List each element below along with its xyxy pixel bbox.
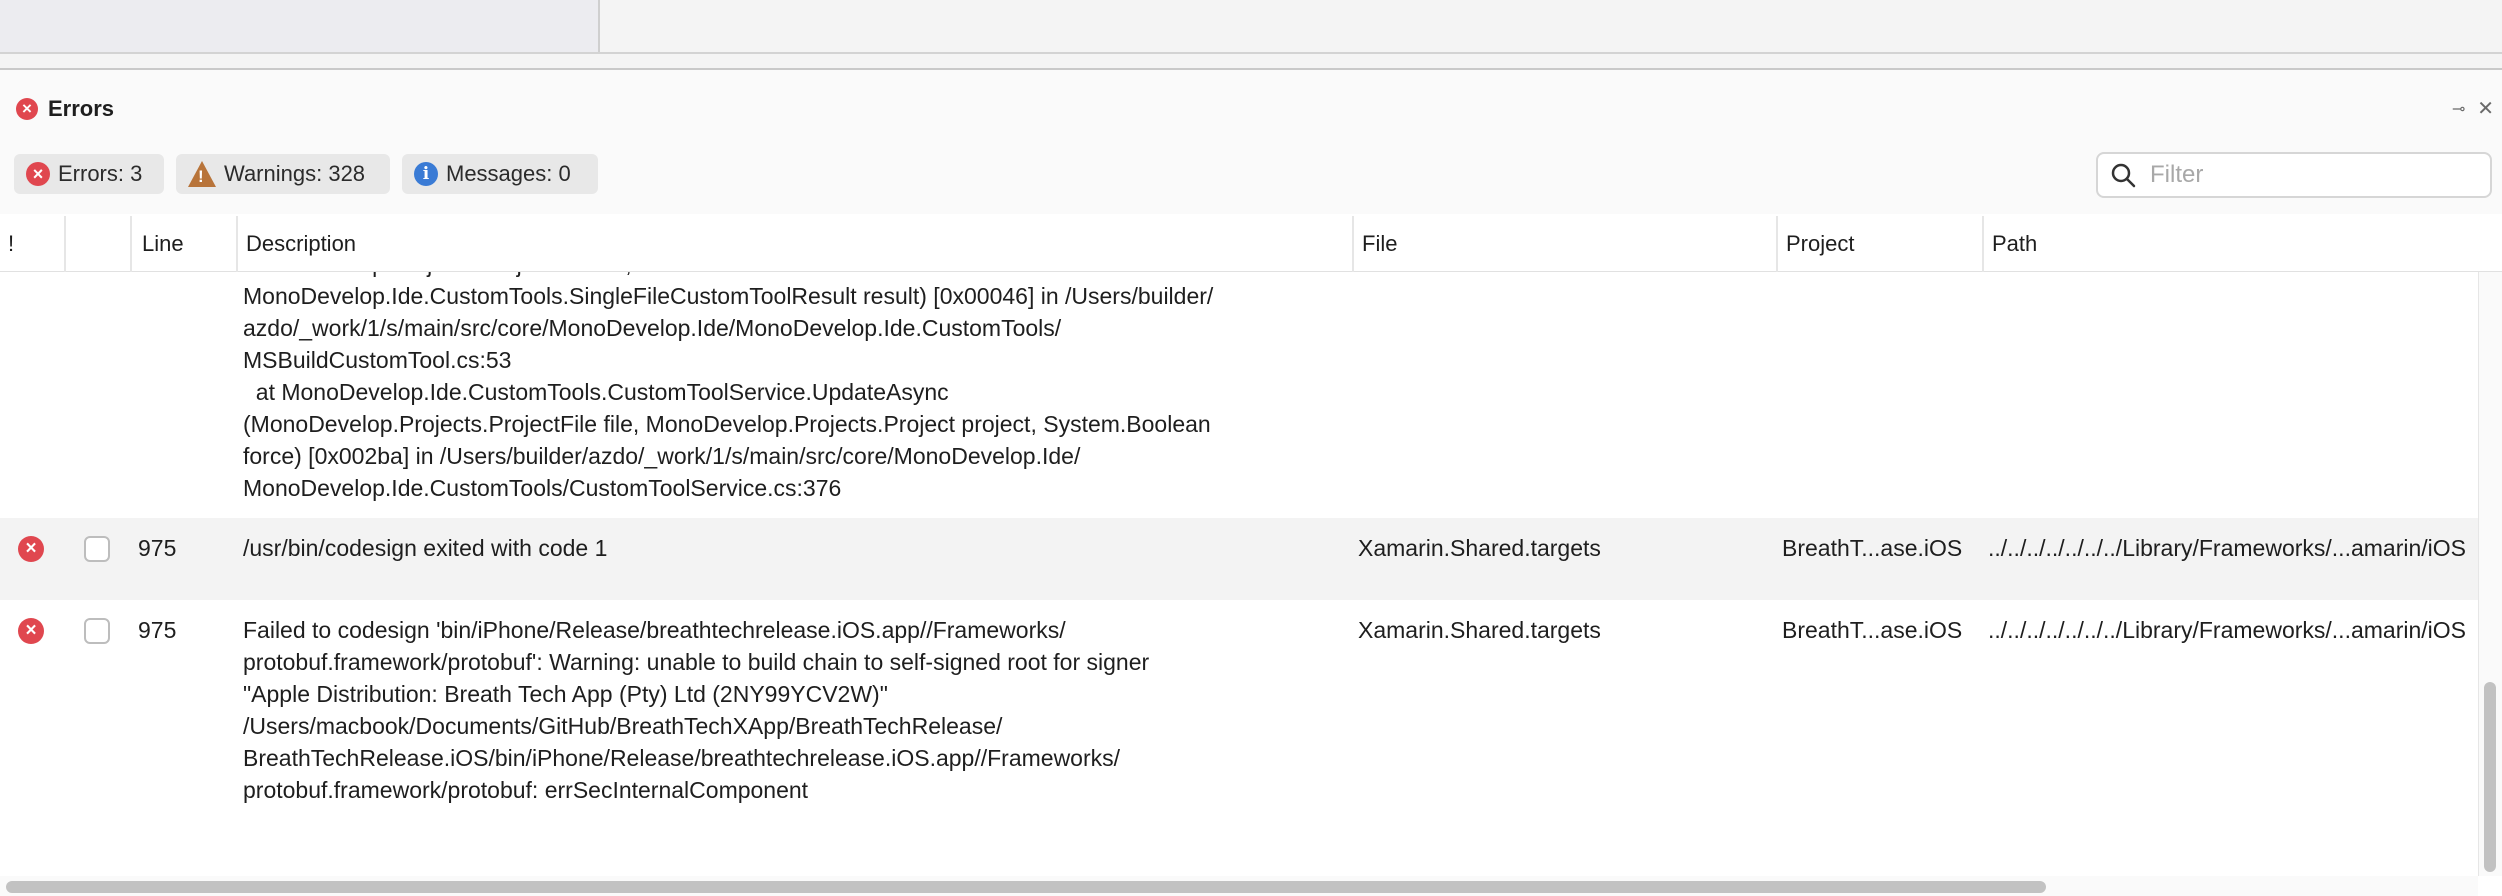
row-description: Failed to codesign 'bin/iPhone/Release/b…	[243, 617, 1150, 803]
error-icon: ×	[26, 162, 50, 186]
pin-icon[interactable]: ⊸	[2452, 99, 2465, 119]
warning-icon	[188, 161, 216, 187]
error-list: MonoDevelop.Projects.ProjectFile file, M…	[0, 272, 2478, 876]
column-header-row: ! Line Description File Project Path	[0, 216, 2502, 272]
row-line: 975	[138, 535, 177, 561]
search-icon	[2111, 163, 2136, 188]
messages-count-label: Messages: 0	[446, 161, 571, 186]
row-path: ../../../../../../../Library/Frameworks/…	[1988, 617, 2466, 643]
column-header-severity[interactable]: !	[0, 216, 64, 272]
pad-title-label: Errors	[48, 96, 115, 121]
editor-divider	[0, 52, 2502, 54]
row-checkbox[interactable]	[84, 536, 110, 562]
error-icon: ×	[18, 536, 44, 562]
table-row[interactable]: × 975 /usr/bin/codesign exited with code…	[0, 518, 2478, 600]
errors-count-label: Errors: 3	[58, 161, 143, 186]
column-header-description[interactable]: Description	[236, 216, 1352, 272]
errors-pad-header	[0, 70, 2502, 146]
row-file: Xamarin.Shared.targets	[1358, 617, 1601, 643]
row-description: MonoDevelop.Projects.ProjectFile file, M…	[243, 272, 1214, 501]
column-header-checked[interactable]	[64, 216, 130, 272]
warnings-count-label: Warnings: 328	[224, 161, 366, 186]
row-description: /usr/bin/codesign exited with code 1	[243, 535, 608, 561]
messages-filter-button[interactable]: i Messages: 0	[402, 154, 598, 194]
row-line: 975	[138, 617, 177, 643]
warnings-filter-button[interactable]: Warnings: 328	[176, 154, 390, 194]
pad-controls: ⊸ ✕	[2452, 96, 2494, 121]
horizontal-scrollbar-thumb[interactable]	[6, 881, 2046, 893]
row-project: BreathT...ase.iOS	[1782, 535, 1963, 561]
table-row[interactable]: × 975 Failed to codesign 'bin/iPhone/Rel…	[0, 600, 2478, 860]
column-header-line[interactable]: Line	[130, 216, 236, 272]
column-header-path[interactable]: Path	[1982, 216, 2478, 272]
editor-tab-area[interactable]	[0, 0, 600, 52]
error-icon: ×	[18, 618, 44, 644]
row-project: BreathT...ase.iOS	[1782, 617, 1963, 643]
errors-filter-button[interactable]: × Errors: 3	[14, 154, 164, 194]
pad-title: × Errors	[16, 94, 114, 124]
vertical-scrollbar-thumb[interactable]	[2484, 682, 2496, 872]
filter-input[interactable]	[2148, 160, 2472, 190]
row-path: ../../../../../../../Library/Frameworks/…	[1988, 535, 2466, 561]
horizontal-scrollbar[interactable]	[0, 876, 2478, 896]
row-checkbox[interactable]	[84, 618, 110, 644]
error-icon: ×	[16, 98, 38, 120]
table-row[interactable]: MonoDevelop.Projects.ProjectFile file, M…	[0, 272, 2478, 518]
filter-search-box[interactable]	[2096, 152, 2492, 198]
close-icon[interactable]: ✕	[2477, 96, 2494, 121]
column-header-file[interactable]: File	[1352, 216, 1776, 272]
vertical-scrollbar[interactable]	[2478, 272, 2502, 876]
row-file: Xamarin.Shared.targets	[1358, 535, 1601, 561]
editor-tab-strip	[0, 0, 2502, 70]
info-icon: i	[414, 162, 438, 186]
column-header-project[interactable]: Project	[1776, 216, 1982, 272]
